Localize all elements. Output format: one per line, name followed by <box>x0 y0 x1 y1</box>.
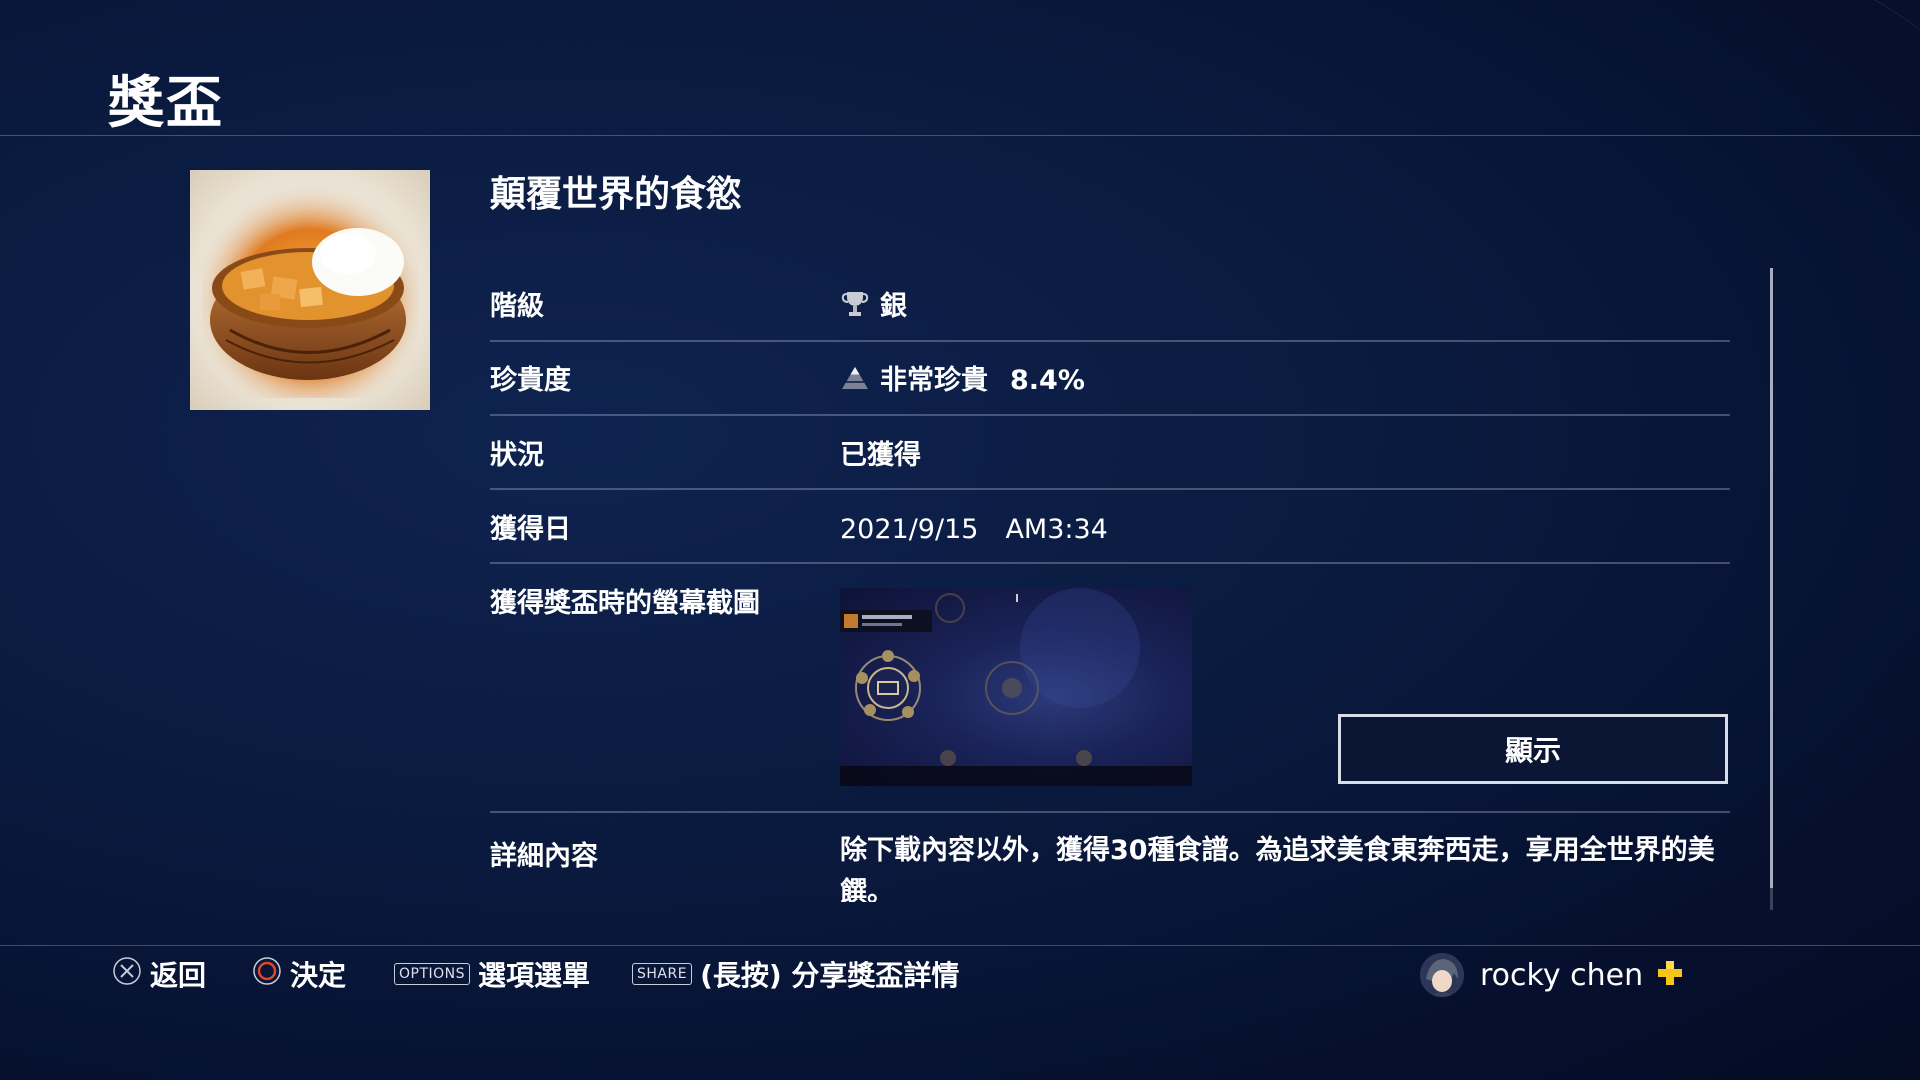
share-hint[interactable]: SHARE (長按) 分享獎盃詳情 <box>632 954 959 994</box>
grade-value: 銀 <box>880 291 907 322</box>
share-label: (長按) 分享獎盃詳情 <box>700 959 960 992</box>
cross-button-icon <box>112 956 142 993</box>
row-divider <box>490 340 1730 342</box>
user-info: rocky chen <box>1420 950 1683 1000</box>
back-label: 返回 <box>150 959 207 992</box>
page-title: 獎盃 <box>108 71 224 136</box>
grade-row: 階級 銀 <box>490 284 1730 342</box>
silver-trophy-icon <box>840 289 870 326</box>
status-value: 已獲得 <box>840 440 921 471</box>
share-key-icon: SHARE <box>632 963 693 985</box>
rarity-label: 珍貴度 <box>490 365 571 396</box>
options-hint[interactable]: OPTIONS 選項選單 <box>394 954 590 994</box>
rarity-value-container: 非常珍貴 8.4% <box>840 358 1085 398</box>
grade-value-container: 銀 <box>840 284 907 326</box>
back-hint[interactable]: 返回 <box>112 954 206 994</box>
date-row: 獲得日 2021/9/15 AM3:34 <box>490 507 1730 564</box>
rarity-percent: 8.4% <box>1010 365 1085 396</box>
options-label: 選項選單 <box>478 959 591 992</box>
row-divider <box>490 414 1730 416</box>
row-divider <box>490 488 1730 490</box>
circle-button-icon <box>252 956 282 993</box>
options-key-icon: OPTIONS <box>394 963 471 985</box>
status-label: 狀況 <box>490 440 544 471</box>
scrollbar-track[interactable] <box>1770 888 1773 910</box>
rarity-value: 非常珍貴 <box>880 365 988 396</box>
footer-divider <box>0 945 1920 946</box>
rarity-pyramid-icon <box>840 365 870 398</box>
header-divider <box>0 135 1920 136</box>
row-divider <box>490 811 1730 813</box>
detail-value: 除下載內容以外，獲得30種食譜。為追求美食東奔西走，享用全世界的美饌。 <box>840 835 1715 902</box>
avatar <box>1420 953 1464 997</box>
status-row: 狀況 已獲得 <box>490 433 1730 490</box>
detail-label: 詳細內容 <box>490 841 598 872</box>
user-name: rocky chen <box>1480 957 1644 993</box>
date-value: 2021/9/15 AM3:34 <box>840 514 1108 545</box>
trophy-name: 顛覆世界的食慾 <box>490 174 743 215</box>
trophy-image <box>190 170 430 410</box>
grade-label: 階級 <box>490 291 544 322</box>
confirm-hint[interactable]: 決定 <box>252 954 346 994</box>
rarity-row: 珍貴度 非常珍貴 8.4% <box>490 358 1730 416</box>
confirm-label: 決定 <box>290 959 347 992</box>
ps-plus-icon <box>1657 960 1683 990</box>
trophy-screenshot-thumbnail[interactable] <box>840 588 1192 786</box>
scrollbar-thumb[interactable] <box>1770 268 1773 888</box>
screenshot-label: 獲得獎盃時的螢幕截圖 <box>490 588 760 619</box>
date-label: 獲得日 <box>490 514 571 545</box>
show-screenshot-button[interactable]: 顯示 <box>1338 714 1728 784</box>
row-divider <box>490 562 1730 564</box>
